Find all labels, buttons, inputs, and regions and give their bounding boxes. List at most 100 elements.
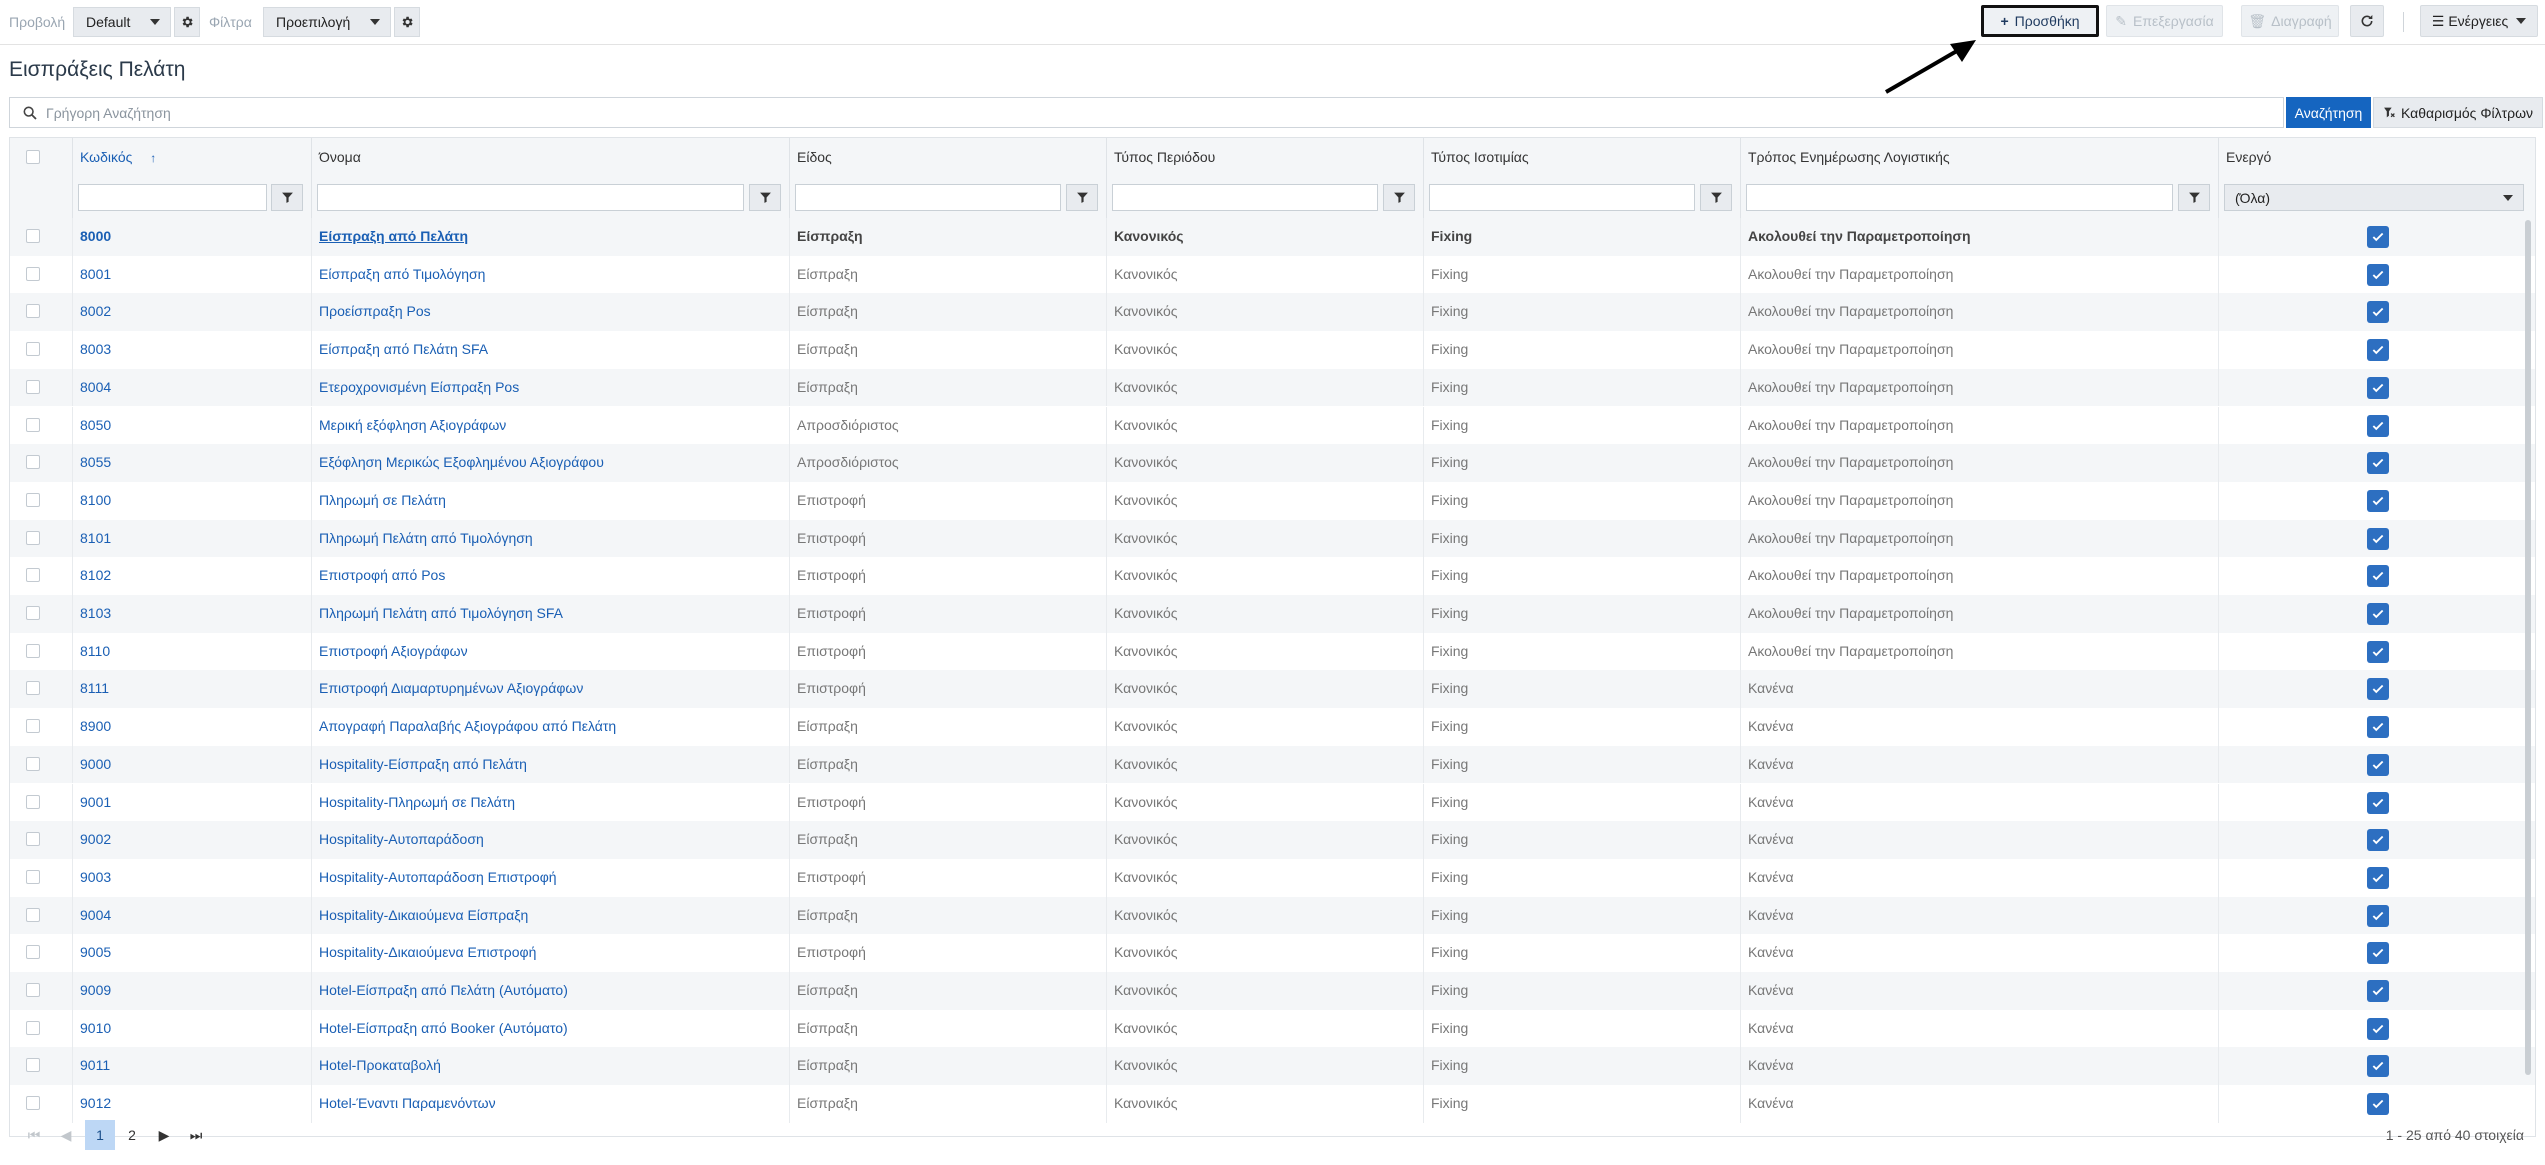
code-cell[interactable]: 8004	[73, 368, 312, 407]
page-button-1[interactable]: 1	[85, 1120, 115, 1150]
row-select-checkbox[interactable]	[26, 417, 40, 432]
row-select-checkbox[interactable]	[26, 606, 40, 620]
previous-page-button[interactable]: ◀	[51, 1120, 81, 1150]
active-checkbox[interactable]	[2367, 565, 2389, 588]
refresh-button[interactable]	[2350, 5, 2384, 37]
row-select-checkbox[interactable]	[26, 794, 40, 809]
table-row[interactable]: 8004 Ετεροχρονισμένη Είσπραξη Pos Είσπραξη…	[10, 368, 2535, 407]
name-cell[interactable]: Απογραφή Παραλαβής Αξιογράφου από Πελάτη	[312, 708, 790, 746]
table-row[interactable]: 9010 Hotel-Είσπραξη από Booker (Αυτόματο)…	[10, 1009, 2535, 1048]
active-filter-select[interactable]: (Όλα)	[2224, 184, 2524, 211]
active-checkbox[interactable]	[2367, 753, 2389, 776]
clear-filters-button[interactable]: Καθαρισμός Φίλτρων	[2373, 97, 2543, 128]
code-cell[interactable]: 9004	[73, 896, 312, 935]
table-row[interactable]: 9004 Hospitality-Δικαιούμενα Είσπραξη Είσπ…	[10, 896, 2535, 935]
name-cell[interactable]: Πληρωμή Πελάτη από Τιμολόγηση	[312, 519, 790, 558]
row-select-checkbox[interactable]	[26, 530, 40, 545]
row-select-checkbox[interactable]	[26, 229, 40, 243]
table-row[interactable]: 8103 Πληρωμή Πελάτη από Τιμολόγηση SFA Επι…	[10, 595, 2535, 633]
row-select-checkbox[interactable]	[26, 379, 40, 394]
active-checkbox[interactable]	[2367, 603, 2389, 625]
row-select-checkbox[interactable]	[26, 1058, 40, 1073]
row-select-checkbox[interactable]	[26, 342, 40, 357]
active-checkbox[interactable]	[2367, 527, 2389, 550]
code-cell[interactable]: 9001	[73, 783, 312, 822]
active-checkbox[interactable]	[2367, 301, 2389, 324]
row-select-checkbox[interactable]	[26, 907, 40, 922]
active-checkbox[interactable]	[2367, 414, 2389, 437]
filters-settings-button[interactable]	[394, 7, 420, 37]
table-row[interactable]: 8001 Είσπραξη από Τιμολόγηση Είσπραξη Κανον…	[10, 255, 2535, 294]
table-row[interactable]: 8002 Προείσπραξη Pos Είσπραξη Κανονικός Fixi…	[10, 293, 2535, 332]
code-cell[interactable]: 9009	[73, 972, 312, 1010]
code-cell[interactable]: 8003	[73, 331, 312, 369]
select-all-checkbox[interactable]	[26, 150, 40, 164]
add-button[interactable]: + Προσθήκη	[1981, 5, 2099, 37]
row-select-checkbox[interactable]	[26, 681, 40, 696]
active-checkbox[interactable]	[2367, 489, 2389, 512]
edit-button[interactable]: ✎ Επεξεργασία	[2106, 5, 2223, 37]
row-select-checkbox[interactable]	[26, 568, 40, 583]
column-header-name[interactable]: Όνομα	[312, 138, 790, 176]
active-checkbox[interactable]	[2367, 640, 2389, 663]
row-select-checkbox[interactable]	[26, 1096, 40, 1111]
search-button[interactable]: Αναζήτηση	[2286, 97, 2371, 128]
name-filter-input[interactable]	[317, 184, 744, 211]
code-cell[interactable]: 8002	[73, 293, 312, 332]
name-cell[interactable]: Πληρωμή σε Πελάτη	[312, 481, 790, 520]
active-checkbox[interactable]	[2367, 716, 2389, 739]
row-select-checkbox[interactable]	[26, 266, 40, 281]
active-checkbox[interactable]	[2367, 1017, 2389, 1040]
name-cell[interactable]: Επιστροφή Αξιογράφων	[312, 632, 790, 671]
actions-menu-button[interactable]: ☰ Ενέργειες	[2420, 5, 2538, 37]
code-cell[interactable]: 9000	[73, 745, 312, 784]
name-cell[interactable]: Πληρωμή Πελάτη από Τιμολόγηση SFA	[312, 595, 790, 633]
code-cell[interactable]: 9005	[73, 934, 312, 972]
quick-search-input[interactable]	[38, 104, 2283, 121]
table-row[interactable]: 8050 Μερική εξόφληση Αξιογράφων Απροσδιόρι…	[10, 406, 2535, 445]
column-header-kind[interactable]: Είδος	[790, 138, 1107, 176]
table-row[interactable]: 9012 Hotel-Έναντι Παραμενόντων Είσπραξη Καν…	[10, 1085, 2535, 1123]
column-header-code[interactable]: Κωδικός ↑	[73, 138, 312, 176]
name-cell[interactable]: Hotel-Προκαταβολή	[312, 1047, 790, 1086]
table-row[interactable]: 9009 Hotel-Είσπραξη από Πελάτη (Αυτόματο)…	[10, 972, 2535, 1010]
active-checkbox[interactable]	[2367, 226, 2389, 248]
rate-type-filter-input[interactable]	[1429, 184, 1695, 211]
table-row[interactable]: 9011 Hotel-Προκαταβολή Είσπραξη Κανονικός Fi…	[10, 1047, 2535, 1086]
table-row[interactable]: 8102 Επιστροφή από Pos Επιστροφή Κανονικός F…	[10, 557, 2535, 595]
row-select-checkbox[interactable]	[26, 983, 40, 997]
table-row[interactable]: 8100 Πληρωμή σε Πελάτη Επιστροφή Κανονικός F…	[10, 481, 2535, 520]
code-cell[interactable]: 8001	[73, 255, 312, 294]
name-cell[interactable]: Hospitality-Πληρωμή σε Πελάτη	[312, 783, 790, 822]
last-page-button[interactable]: ⏭	[181, 1120, 211, 1150]
table-row[interactable]: 8003 Είσπραξη από Πελάτη SFA Είσπραξη Κανον…	[10, 331, 2535, 369]
active-checkbox[interactable]	[2367, 678, 2389, 701]
table-row[interactable]: 8111 Επιστροφή Διαμαρτυρημένων Αξιογράφων…	[10, 670, 2535, 709]
row-select-checkbox[interactable]	[26, 719, 40, 734]
code-cell[interactable]: 8000	[73, 218, 312, 256]
row-select-checkbox[interactable]	[26, 832, 40, 847]
code-cell[interactable]: 8101	[73, 519, 312, 558]
kind-filter-input[interactable]	[795, 184, 1061, 211]
page-button-2[interactable]: 2	[117, 1120, 147, 1150]
active-checkbox[interactable]	[2367, 376, 2389, 399]
table-row[interactable]: 8101 Πληρωμή Πελάτη από Τιμολόγηση Επιστρο…	[10, 519, 2535, 558]
code-filter-input[interactable]	[78, 184, 267, 211]
table-row[interactable]: 9000 Hospitality-Είσπραξη από Πελάτη Είσπρ…	[10, 745, 2535, 784]
row-select-checkbox[interactable]	[26, 455, 40, 470]
name-cell[interactable]: Hospitality-Αυτοπαράδοση	[312, 821, 790, 859]
table-row[interactable]: 9001 Hospitality-Πληρωμή σε Πελάτη Επιστρο…	[10, 783, 2535, 822]
code-cell[interactable]: 8110	[73, 632, 312, 671]
active-checkbox[interactable]	[2367, 1093, 2389, 1116]
active-checkbox[interactable]	[2367, 263, 2389, 286]
code-cell[interactable]: 8055	[73, 444, 312, 482]
kind-filter-button[interactable]	[1066, 184, 1098, 211]
name-filter-button[interactable]	[749, 184, 781, 211]
code-filter-button[interactable]	[271, 184, 303, 211]
row-select-checkbox[interactable]	[26, 756, 40, 771]
next-page-button[interactable]: ▶	[149, 1120, 179, 1150]
table-row[interactable]: 8055 Εξόφληση Μερικώς Εξοφλημένου Αξιογρά…	[10, 444, 2535, 482]
name-cell[interactable]: Hospitality-Είσπραξη από Πελάτη	[312, 745, 790, 784]
code-cell[interactable]: 9012	[73, 1085, 312, 1123]
name-cell[interactable]: Hospitality-Αυτοπαράδοση Επιστροφή	[312, 858, 790, 897]
